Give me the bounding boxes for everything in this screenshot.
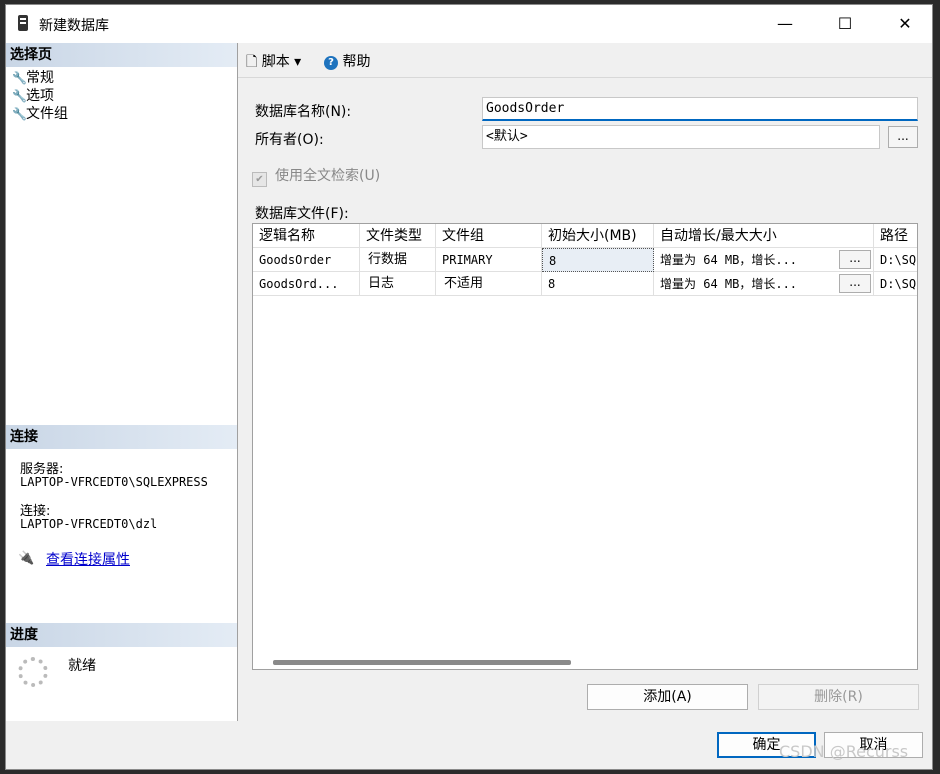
- help-button[interactable]: ? 帮助: [324, 51, 370, 71]
- col-header-logical-name[interactable]: 逻辑名称: [253, 224, 360, 248]
- cell-file-type[interactable]: 行数据: [360, 248, 436, 272]
- progress-header: 进度: [6, 623, 237, 647]
- checkbox-check-icon: ✔: [252, 172, 267, 187]
- autogrowth-text: 增量为 64 MB，增长...: [660, 253, 798, 267]
- col-header-file-type[interactable]: 文件类型: [360, 224, 436, 248]
- grid-header-row: 逻辑名称 文件类型 文件组 初始大小(MB) 自动增长/最大大小 路径: [253, 224, 917, 248]
- chevron-down-icon: ▾: [294, 54, 302, 70]
- table-row[interactable]: GoodsOrder 行数据 PRIMARY 8 增量为 64 MB，增长...…: [253, 248, 917, 272]
- col-header-autogrowth[interactable]: 自动增长/最大大小: [654, 224, 874, 248]
- script-icon: 🗋: [246, 54, 258, 70]
- sidebar-item-label: 选项: [26, 88, 54, 104]
- sidebar-item-label: 常规: [26, 70, 54, 86]
- help-label: 帮助: [342, 54, 371, 70]
- view-connection-properties-link[interactable]: 查看连接属性: [46, 549, 130, 569]
- wrench-icon: 🔧: [12, 89, 27, 103]
- fulltext-label: 使用全文检索(U): [275, 168, 381, 184]
- db-files-label: 数据库文件(F):: [255, 206, 349, 222]
- col-header-path[interactable]: 路径: [874, 224, 917, 248]
- cell-path[interactable]: D:\SQ: [874, 248, 917, 272]
- sidebar-item-options[interactable]: 🔧选项: [12, 87, 54, 105]
- wrench-icon: 🔧: [12, 107, 27, 121]
- cell-path[interactable]: D:\SQ: [874, 272, 917, 296]
- help-icon: ?: [324, 56, 338, 70]
- owner-browse-button[interactable]: ...: [888, 126, 918, 148]
- horizontal-scrollbar[interactable]: [273, 660, 571, 665]
- script-button[interactable]: 🗋 脚本 ▾: [246, 51, 301, 75]
- col-header-initial-size[interactable]: 初始大小(MB): [542, 224, 654, 248]
- db-name-label: 数据库名称(N):: [255, 104, 352, 120]
- cell-logical-name[interactable]: GoodsOrd...: [253, 272, 360, 296]
- table-row[interactable]: GoodsOrd... 日志 不适用 8 增量为 64 MB，增长... ...…: [253, 272, 917, 296]
- remove-button[interactable]: 删除(R): [758, 684, 919, 710]
- add-button[interactable]: 添加(A): [587, 684, 748, 710]
- title-bar: 新建数据库 — ☐ ✕: [6, 5, 932, 43]
- autogrowth-edit-button[interactable]: ...: [839, 274, 871, 293]
- autogrowth-edit-button[interactable]: ...: [839, 250, 871, 269]
- minimize-button[interactable]: —: [762, 5, 808, 43]
- script-label: 脚本: [261, 54, 290, 70]
- database-app-icon: [18, 15, 28, 31]
- cell-logical-name[interactable]: GoodsOrder: [253, 248, 360, 272]
- sidebar: 选择页 🔧常规 🔧选项 🔧文件组 连接 服务器: LAPTOP-VFRCEDT0…: [6, 43, 238, 721]
- sidebar-item-label: 文件组: [26, 106, 68, 122]
- wrench-icon: 🔧: [12, 71, 27, 85]
- cell-filegroup[interactable]: 不适用: [436, 272, 542, 296]
- watermark: CSDN @Recurss: [779, 742, 909, 761]
- connection-properties-icon: 🔌: [18, 551, 35, 566]
- sidebar-item-filegroups[interactable]: 🔧文件组: [12, 105, 68, 123]
- autogrowth-text: 增量为 64 MB，增长...: [660, 277, 798, 291]
- maximize-button[interactable]: ☐: [822, 5, 868, 43]
- server-value: LAPTOP-VFRCEDT0\SQLEXPRESS: [20, 475, 208, 489]
- col-header-filegroup[interactable]: 文件组: [436, 224, 542, 248]
- new-database-dialog: 新建数据库 — ☐ ✕ 选择页 🔧常规 🔧选项 🔧文件组 连接 服务器: LAP…: [5, 4, 933, 770]
- db-name-input[interactable]: GoodsOrder: [482, 97, 918, 121]
- connection-value: LAPTOP-VFRCEDT0\dzl: [20, 517, 158, 531]
- progress-spinner-icon: [18, 657, 48, 687]
- sidebar-item-general[interactable]: 🔧常规: [12, 69, 54, 87]
- close-button[interactable]: ✕: [882, 5, 928, 43]
- files-grid: 逻辑名称 文件类型 文件组 初始大小(MB) 自动增长/最大大小 路径 Good…: [252, 223, 918, 670]
- connection-header: 连接: [6, 425, 237, 449]
- select-page-header: 选择页: [6, 43, 237, 67]
- owner-label: 所有者(O):: [255, 132, 324, 148]
- fulltext-checkbox[interactable]: ✔ 使用全文检索(U): [252, 165, 380, 187]
- cell-initial-size[interactable]: 8: [542, 272, 654, 296]
- progress-status: 就绪: [68, 658, 96, 674]
- window-title: 新建数据库: [39, 18, 109, 34]
- owner-input[interactable]: <默认>: [482, 125, 880, 149]
- cell-initial-size[interactable]: 8: [542, 248, 654, 272]
- cell-file-type[interactable]: 日志: [360, 272, 436, 296]
- cell-filegroup[interactable]: PRIMARY: [436, 248, 542, 272]
- toolbar: 🗋 脚本 ▾ ? 帮助: [238, 43, 932, 78]
